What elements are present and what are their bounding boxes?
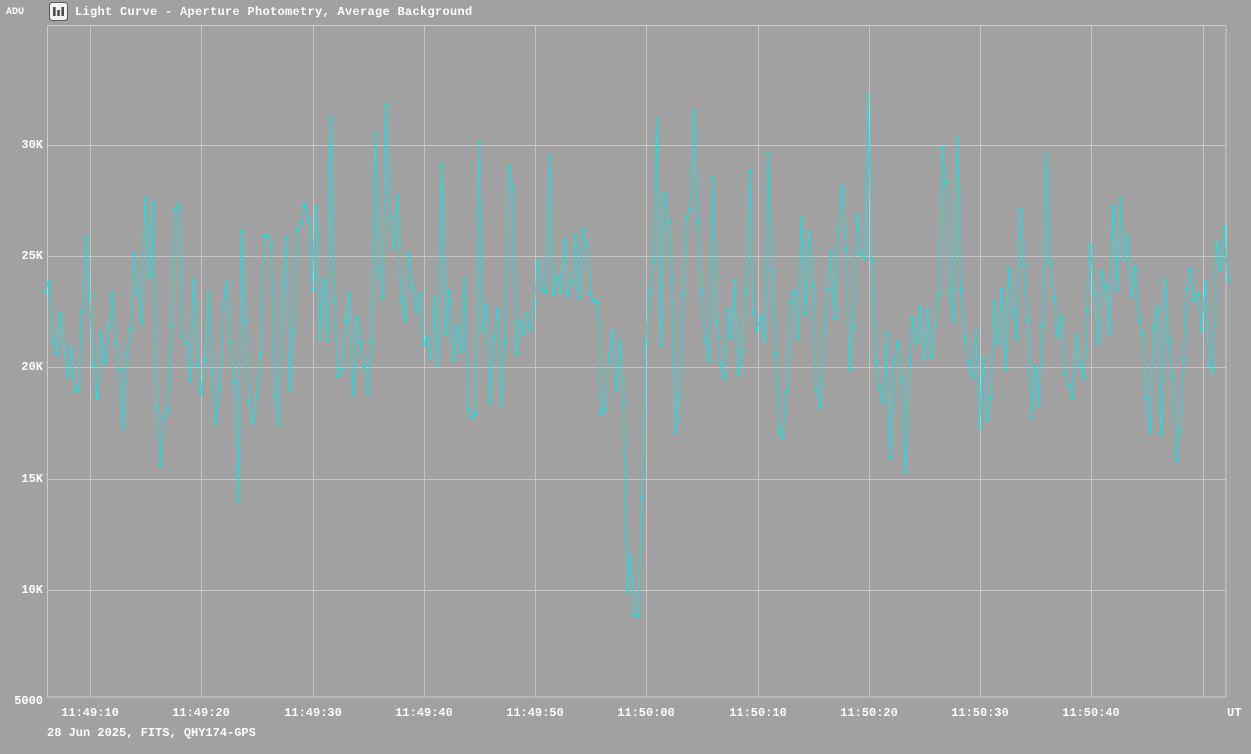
y-axis-unit-label: ADU xyxy=(6,7,24,18)
y-tick-label: 10K xyxy=(0,583,43,597)
y-tick-label: 15K xyxy=(0,472,43,486)
y-tick-label: 20K xyxy=(0,360,43,374)
lightcurve-chart-icon xyxy=(49,2,68,21)
recording-info: 28 Jun 2025, FITS, QHY174-GPS xyxy=(47,726,256,740)
x-tick-label: 11:50:20 xyxy=(840,706,898,720)
x-tick-label: 11:49:50 xyxy=(506,706,564,720)
x-tick-label: 11:50:10 xyxy=(729,706,787,720)
x-tick-label: 11:49:30 xyxy=(284,706,342,720)
chart-title: Light Curve - Aperture Photometry, Avera… xyxy=(75,5,473,19)
x-tick-label: 11:49:10 xyxy=(61,706,119,720)
x-axis-unit-label: UT xyxy=(1227,706,1241,720)
y-tick-label: 25K xyxy=(0,249,43,263)
data-point-markers xyxy=(44,95,1230,618)
x-tick-label: 11:49:40 xyxy=(395,706,453,720)
y-tick-label: 5000 xyxy=(0,694,43,708)
y-tick-label: 30K xyxy=(0,138,43,152)
x-tick-label: 11:50:30 xyxy=(951,706,1009,720)
lightcurve-window: ADU Light Curve - Aperture Photometry, A… xyxy=(0,0,1251,754)
x-tick-label: 11:50:40 xyxy=(1062,706,1120,720)
plot-border xyxy=(48,26,1227,698)
x-tick-label: 11:49:20 xyxy=(172,706,230,720)
x-tick-label: 11:50:00 xyxy=(617,706,675,720)
plot-area[interactable] xyxy=(0,0,1251,754)
lightcurve-series xyxy=(45,96,1228,616)
grid-lines xyxy=(47,25,1226,697)
